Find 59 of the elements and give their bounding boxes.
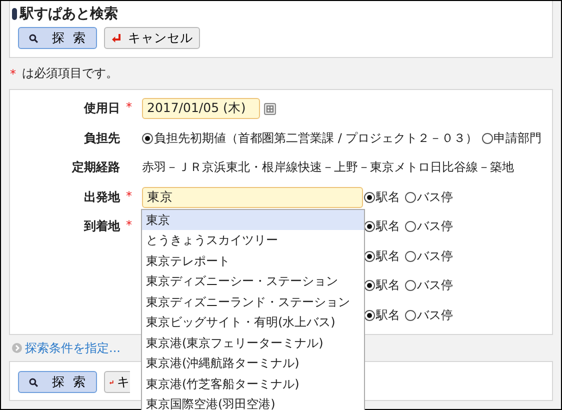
suggestion-item[interactable]: 東京: [142, 210, 364, 230]
field-label: 到着地: [84, 218, 120, 236]
chevron-circle-icon: [12, 343, 22, 353]
suggestion-item[interactable]: 東京テレポート: [142, 250, 364, 272]
radio-button[interactable]: [482, 132, 493, 144]
page-title: 駅すぱあと検索: [20, 5, 118, 23]
radio-button[interactable]: [364, 192, 375, 203]
radio-button[interactable]: [142, 132, 153, 144]
radio-label: 申請部門: [494, 130, 542, 147]
radio-label: 駅名: [376, 306, 400, 324]
calendar-icon: [264, 102, 276, 115]
radio-button[interactable]: [405, 280, 416, 292]
required-note: は必須項目です。: [22, 65, 118, 82]
field-label: 使用日: [84, 100, 120, 118]
suggestion-item[interactable]: 東京港(東京フェリーターミナル): [142, 332, 364, 354]
suggestion-item[interactable]: 東京ビッグサイト・有明(水上バス): [142, 312, 364, 333]
title-bar-icon: [12, 8, 17, 20]
radio-label: バス停: [417, 277, 453, 294]
radio-button[interactable]: [405, 310, 416, 321]
radio-label: 駅名: [376, 188, 400, 206]
field-label: 負担先: [84, 130, 120, 147]
radio-label: 駅名: [376, 248, 400, 265]
field-label: 定期経路: [72, 159, 120, 176]
search-conditions-link[interactable]: 探索条件を指定...: [25, 340, 120, 356]
radio-label: 駅名: [376, 218, 400, 236]
date-field[interactable]: 2017/01/05 (木): [142, 98, 260, 120]
return-arrow-icon: [111, 32, 122, 44]
route-text: 赤羽－ＪＲ京浜東北・根岸線快速－上野－東京メトロ日比谷線－築地: [142, 159, 514, 176]
suggestion-item[interactable]: 東京港(沖縄航路ターミナル): [142, 353, 364, 374]
radio-label: バス停: [417, 218, 453, 236]
radio-label: 負担先初期値（首都圏第二営業課 / プロジェクト２－０３）: [154, 130, 478, 147]
field-label: 出発地: [84, 188, 120, 206]
radio-button[interactable]: [364, 310, 375, 321]
cancel-button[interactable]: キ: [104, 371, 130, 393]
suggestion-item[interactable]: 東京ディズニーランド・ステーション: [142, 292, 364, 312]
radio-button[interactable]: [405, 250, 416, 262]
required-mark: *: [10, 66, 16, 80]
suggestion-item[interactable]: 東京ディズニーシー・ステーション: [142, 271, 364, 292]
radio-label: バス停: [417, 248, 453, 265]
search-icon: [29, 32, 38, 44]
suggestion-item[interactable]: とうきょうスカイツリー: [142, 230, 364, 251]
radio-button[interactable]: [364, 250, 375, 262]
station-field[interactable]: 東京: [142, 186, 363, 208]
radio-button[interactable]: [405, 192, 416, 203]
search-icon: [29, 376, 38, 388]
required-mark: *: [126, 188, 133, 205]
suggestion-item[interactable]: 東京国際空港(羽田空港): [142, 394, 364, 410]
radio-label: バス停: [417, 188, 453, 206]
radio-label: バス停: [417, 306, 453, 324]
radio-button[interactable]: [364, 221, 375, 232]
cancel-button[interactable]: キャンセル: [104, 27, 200, 49]
search-button[interactable]: 探 索: [18, 371, 97, 393]
required-mark: *: [126, 100, 133, 116]
required-mark: *: [126, 218, 133, 234]
radio-button[interactable]: [405, 221, 416, 232]
search-button[interactable]: 探 索: [18, 27, 97, 49]
radio-label: 駅名: [376, 277, 400, 294]
radio-button[interactable]: [364, 280, 375, 292]
suggestion-item[interactable]: 東京港(竹芝客船ターミナル): [142, 374, 364, 394]
